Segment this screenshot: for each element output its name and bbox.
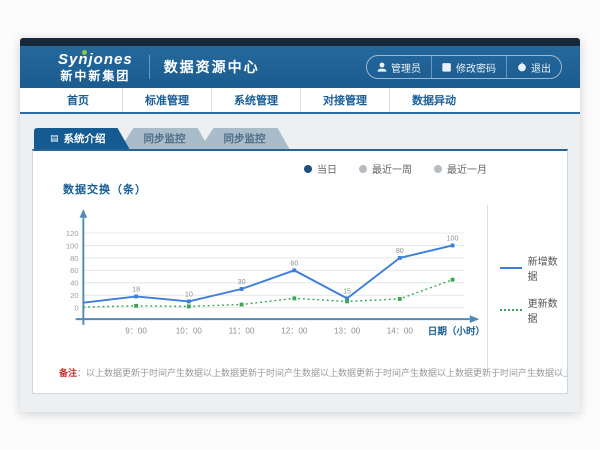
admin-user-button[interactable]: 管理员 [367, 56, 431, 78]
radio-option-0[interactable]: 当日 [304, 161, 337, 176]
tab-label: 同步监控 [224, 131, 266, 146]
radio-label: 最近一周 [372, 161, 412, 176]
svg-text:9：00: 9：00 [125, 326, 147, 335]
change-password-button[interactable]: 修改密码 [431, 56, 506, 78]
admin-user-label: 管理员 [391, 60, 421, 75]
tab-1[interactable]: 同步监控 [120, 128, 210, 149]
chart-legend: 新增数据更新数据 [487, 205, 567, 373]
svg-text:80: 80 [70, 254, 79, 263]
y-axis-title: 数据交换（条） [63, 181, 147, 197]
logout-button[interactable]: 退出 [506, 56, 561, 78]
svg-text:20: 20 [70, 291, 79, 300]
svg-text:0: 0 [74, 304, 78, 313]
nav-item-0[interactable]: 首页 [34, 88, 122, 112]
nav-item-4[interactable]: 数据异动 [389, 88, 478, 112]
svg-text:10：00: 10：00 [176, 326, 203, 335]
svg-text:14：00: 14：00 [387, 326, 414, 335]
radio-selected-icon [304, 165, 312, 173]
time-range-filters: 当日 最近一周 最近一月 [304, 161, 487, 176]
content-area: ▤ 系统介绍 同步监控 同步监控 当日 最近一周 最近一月 数据交换（条） 0 20 40 60… [20, 114, 580, 394]
legend-label: 新增数据 [528, 253, 567, 283]
footnote-label: 备注 [59, 368, 77, 378]
svg-text:100: 100 [66, 241, 79, 250]
legend-label: 更新数据 [528, 295, 567, 325]
app-window: Synjones 新中新集团 数据资源中心 管理员 修改密码 [20, 38, 580, 412]
main-nav: 首页标准管理系统管理对接管理数据异动 [20, 88, 580, 114]
radio-unselected-icon [434, 165, 442, 173]
svg-text:18: 18 [132, 286, 140, 294]
svg-text:13：00: 13：00 [334, 326, 361, 335]
radio-unselected-icon [359, 165, 367, 173]
legend-line-sample [500, 267, 522, 269]
svg-text:40: 40 [70, 279, 79, 288]
legend-item-1: 更新数据 [500, 295, 567, 325]
radio-option-1[interactable]: 最近一周 [359, 161, 412, 176]
nav-item-1[interactable]: 标准管理 [122, 88, 211, 112]
nav-item-2[interactable]: 系统管理 [211, 88, 300, 112]
logout-label: 退出 [531, 60, 551, 75]
svg-text:10: 10 [185, 291, 193, 299]
svg-text:120: 120 [66, 229, 79, 238]
logo-subtitle: 新中新集团 [58, 70, 133, 82]
system-intro-panel: 当日 最近一周 最近一月 数据交换（条） 0 20 40 60 80 100 120 9：00 10… [32, 149, 568, 394]
radio-option-2[interactable]: 最近一月 [434, 161, 487, 176]
legend-item-0: 新增数据 [500, 253, 567, 283]
svg-text:60: 60 [290, 260, 298, 268]
edit-icon [442, 62, 452, 72]
power-icon [517, 62, 527, 72]
logo-accent-dot [82, 50, 87, 55]
page-title: 数据资源中心 [164, 57, 260, 77]
svg-text:12：00: 12：00 [281, 326, 308, 335]
svg-text:15: 15 [343, 288, 351, 296]
tab-bar: ▤ 系统介绍 同步监控 同步监控 [34, 128, 568, 149]
svg-text:60: 60 [70, 266, 79, 275]
tab-label: 系统介绍 [64, 131, 106, 146]
footnote-text: ：以上数据更新于时间产生数据以上数据更新于时间产生数据以上数据更新于时间产生数据… [77, 368, 567, 378]
tab-label: 同步监控 [144, 131, 186, 146]
footnote: 备注：以上数据更新于时间产生数据以上数据更新于时间产生数据以上数据更新于时间产生… [33, 366, 567, 379]
logo-name: Synjones [58, 52, 133, 67]
svg-text:11：00: 11：00 [229, 326, 255, 335]
form-icon: ▤ [50, 134, 59, 143]
line-chart: 0 20 40 60 80 100 120 9：00 10：00 11：00 12：00 13：00 1… [33, 199, 487, 373]
tab-0[interactable]: ▤ 系统介绍 [34, 128, 130, 149]
chart-canvas: 0 20 40 60 80 100 120 9：00 10：00 11：00 12：00 13：00 1… [47, 199, 487, 357]
radio-label: 当日 [317, 161, 337, 176]
window-title-strip [20, 38, 580, 46]
app-header: Synjones 新中新集团 数据资源中心 管理员 修改密码 [20, 46, 580, 88]
tab-2[interactable]: 同步监控 [200, 128, 290, 149]
legend-line-sample [500, 309, 522, 311]
nav-item-3[interactable]: 对接管理 [300, 88, 389, 112]
svg-text:30: 30 [238, 278, 246, 286]
svg-text:80: 80 [396, 247, 404, 255]
company-logo: Synjones 新中新集团 [58, 52, 133, 82]
header-divider [149, 55, 150, 79]
svg-text:100: 100 [447, 235, 459, 243]
svg-text:日期（小时）: 日期（小时） [428, 325, 485, 337]
user-toolbar: 管理员 修改密码 退出 [366, 55, 562, 79]
change-password-label: 修改密码 [456, 60, 496, 75]
user-icon [377, 62, 387, 72]
radio-label: 最近一月 [447, 161, 487, 176]
